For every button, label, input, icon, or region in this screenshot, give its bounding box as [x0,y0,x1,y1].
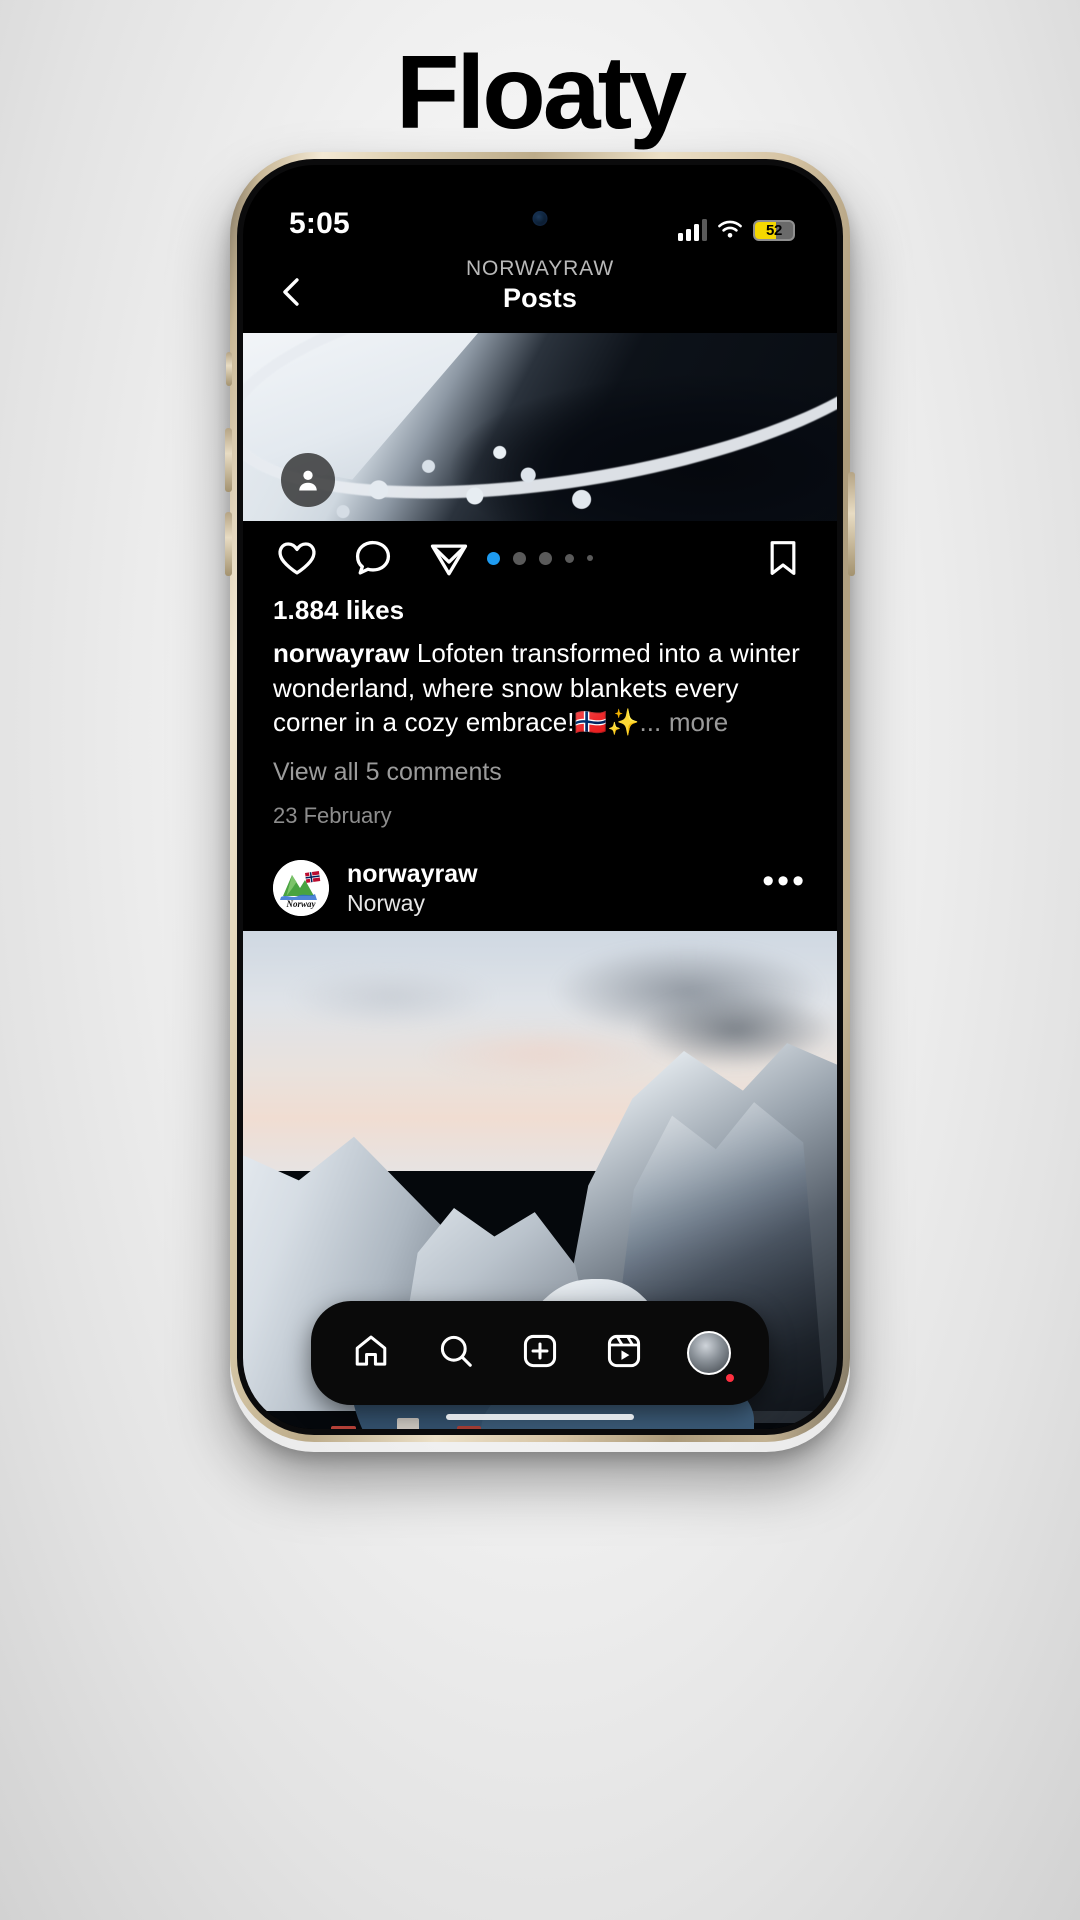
post-caption: norwayraw Lofoten transformed into a win… [273,636,807,740]
caption-username[interactable]: norwayraw [273,638,409,668]
phone-mockup: 5:05 52 NORWAYRAW Posts 1.884 likes norw… [225,152,855,1442]
post-header-text: norwayraw Norway [347,859,478,918]
header-account-name: NORWAYRAW [465,257,615,280]
home-icon [352,1332,390,1375]
posts-feed[interactable]: 1.884 likes norwayraw Lofoten transforme… [243,333,837,1429]
aerial-snowy-coastline-photo [243,333,837,521]
nav-item-create[interactable] [509,1322,571,1384]
carousel-dot [513,551,526,565]
profile-avatar-icon [686,1331,731,1375]
volume-up-button[interactable] [225,428,232,492]
dynamic-island [458,177,622,211]
person-tag-icon[interactable] [281,453,335,507]
nav-item-home[interactable] [340,1322,402,1384]
phone-screen: 5:05 52 NORWAYRAW Posts 1.884 likes norw… [243,165,837,1429]
comment-bubble-icon[interactable] [349,534,397,582]
power-button[interactable] [848,472,855,576]
phone-frame: 5:05 52 NORWAYRAW Posts 1.884 likes norw… [225,152,855,1442]
nav-item-search[interactable] [425,1322,487,1384]
post-media-aerial[interactable] [243,333,837,521]
status-bar-indicators: 52 [678,219,799,241]
caption-more-link[interactable]: ... more [639,707,728,737]
carousel-dot [539,551,552,565]
cloud-shape [421,1027,659,1082]
carousel-dot [587,555,593,561]
norway-mountains-logo-avatar[interactable]: Norway [273,860,329,916]
cloud-shape [290,967,493,1028]
app-brand-wordmark: Floaty [395,35,687,151]
post-body: 1.884 likes norwayraw Lofoten transforme… [243,595,837,829]
chevron-left-icon[interactable] [269,269,315,315]
app-header: NORWAYRAW Posts [243,251,837,333]
home-indicator [446,1414,634,1420]
share-paper-plane-icon[interactable] [425,534,473,582]
view-comments-link[interactable]: View all 5 comments [273,758,807,787]
carousel-dot-active [487,551,500,565]
more-options-icon[interactable]: ••• [762,864,807,901]
post-date: 23 February [273,802,392,828]
post-action-bar [243,521,837,595]
wifi-icon [717,220,743,240]
nav-item-reels[interactable] [593,1322,655,1384]
notification-dot [725,1374,734,1382]
post-location[interactable]: Norway [347,889,478,917]
battery-percent-label: 52 [765,221,783,239]
bottom-navigation-bar [311,1301,769,1405]
status-bar-time: 5:05 [289,207,350,240]
create-icon [521,1332,559,1375]
post-username[interactable]: norwayraw [347,859,478,890]
reels-icon [605,1332,643,1375]
battery-icon: 52 [753,219,795,241]
cellular-signal-icon [678,219,707,241]
post-actions-left [273,534,473,582]
bookmark-icon[interactable] [759,534,807,582]
carousel-dot [565,553,574,563]
front-camera-icon [532,211,548,226]
header-title-group: NORWAYRAW Posts [243,255,837,316]
search-icon [437,1332,475,1375]
post-header: Norway norwayraw Norway ••• [243,829,837,932]
nav-item-profile[interactable] [678,1322,740,1384]
page-title: Posts [502,283,578,314]
silent-switch-button[interactable] [226,352,232,386]
svg-text:Norway: Norway [286,899,317,909]
likes-count[interactable]: 1.884 likes [273,595,807,626]
phone-bezel: 5:05 52 NORWAYRAW Posts 1.884 likes norw… [237,159,843,1435]
heart-icon[interactable] [273,534,321,582]
volume-down-button[interactable] [225,512,232,576]
